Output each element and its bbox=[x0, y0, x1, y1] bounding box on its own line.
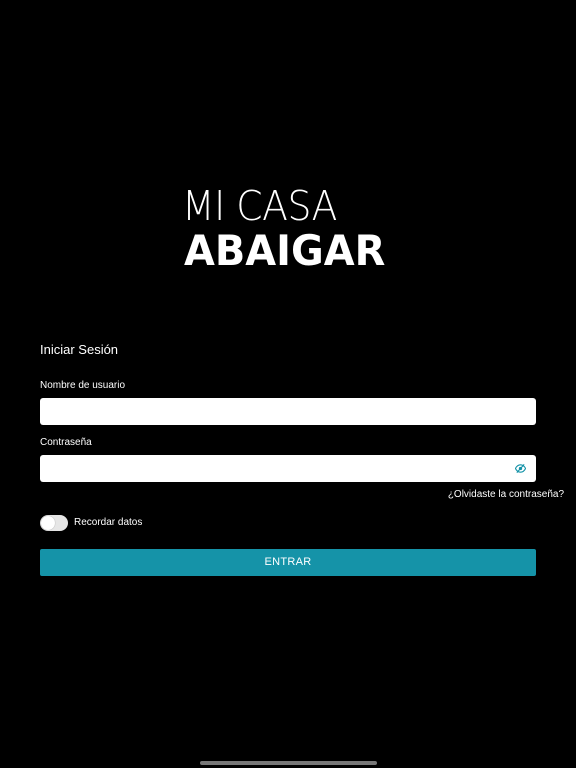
login-title: Iniciar Sesión bbox=[40, 342, 119, 357]
username-input[interactable] bbox=[40, 398, 536, 425]
remember-label: Recordar datos bbox=[74, 517, 143, 528]
login-screen: MI CASA ABAIGAR Iniciar Sesión Nombre de… bbox=[0, 0, 576, 768]
login-button[interactable]: ENTRAR bbox=[40, 549, 536, 576]
remember-toggle[interactable] bbox=[40, 515, 68, 531]
eye-slash-icon[interactable] bbox=[515, 463, 526, 474]
password-label: Contraseña bbox=[40, 437, 92, 448]
logo-line-1: MI CASA bbox=[182, 182, 338, 230]
home-indicator[interactable] bbox=[200, 761, 377, 765]
forgot-password-link[interactable]: ¿Olvidaste la contraseña? bbox=[448, 489, 564, 500]
toggle-knob bbox=[41, 516, 55, 530]
app-logo: MI CASA ABAIGAR bbox=[182, 184, 402, 274]
logo-line-2: ABAIGAR bbox=[184, 226, 386, 275]
password-input[interactable] bbox=[40, 455, 536, 482]
username-label: Nombre de usuario bbox=[40, 380, 126, 391]
